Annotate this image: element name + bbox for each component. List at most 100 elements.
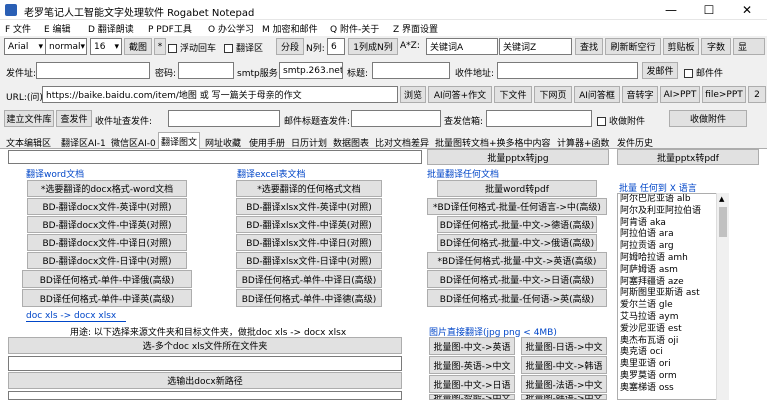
password-input[interactable] <box>178 62 234 79</box>
pptx-to-jpg-button[interactable]: 批量pptx转jpg <box>427 149 609 165</box>
star-button[interactable]: * <box>154 38 166 55</box>
save-attachment-checkbox[interactable]: 收做附件 <box>597 114 645 127</box>
browse-button[interactable]: 浏览 <box>400 86 426 103</box>
any-zh-en-button[interactable]: BD译任何格式-单件-中译英(高级) <box>22 289 192 307</box>
ai-answer-essay-button[interactable]: AI问答+作文 <box>428 86 492 103</box>
refresh-empty-lines-button[interactable]: 刷新断空行 <box>605 38 661 55</box>
segment-button[interactable]: 分段 <box>276 38 304 55</box>
img-ko-zh-button[interactable]: 批量图-韩语->中文 <box>521 394 607 400</box>
voice-to-text-button[interactable]: 音转字 <box>622 86 658 103</box>
clipboard-button[interactable]: 剪贴板 <box>663 38 699 55</box>
recipient-input[interactable] <box>497 62 638 79</box>
menu-office[interactable]: O 办公学习 <box>208 22 254 35</box>
select-any-doc-button[interactable]: *选要翻译的任何格式文档 <box>236 180 382 197</box>
more-button[interactable]: 2 <box>748 86 766 103</box>
close-button[interactable]: ✕ <box>728 0 766 20</box>
menu-encrypt-mail[interactable]: M 加密和邮件 <box>262 22 318 35</box>
menu-file[interactable]: F 文件 <box>5 22 31 35</box>
list-item[interactable]: 阿萨姆语 asm <box>618 265 716 277</box>
tab-wechat-ai0[interactable]: 微信区AI-0 <box>108 133 159 149</box>
tab-text-edit[interactable]: 文本编辑区 <box>3 133 54 149</box>
convert-n-columns-button[interactable]: 1列成N列 <box>348 38 398 55</box>
tab-charts[interactable]: 数据图表 <box>330 133 372 149</box>
list-item[interactable]: 奥罗莫语 orm <box>618 371 716 383</box>
ai-dialog-button[interactable]: AI问答框 <box>574 86 620 103</box>
scroll-up-icon[interactable]: ▲ <box>719 195 724 203</box>
img-zh-ko-button[interactable]: 批量图-中文->韩语 <box>521 356 607 374</box>
keyword-z-input[interactable]: 关键词Z <box>499 38 572 55</box>
url-input[interactable]: https://baike.baidu.com/item/地图 或 写一篇关于母… <box>42 86 398 103</box>
tab-calendar[interactable]: 日历计划 <box>288 133 330 149</box>
select-doc-folder-button[interactable]: 选-多个doc xls文件所在文件夹 <box>8 337 402 354</box>
list-item[interactable]: 阿肯语 aka <box>618 218 716 230</box>
list-item[interactable]: 阿拉贡语 arg <box>618 241 716 253</box>
size-select[interactable]: 16 ▾ <box>90 38 122 55</box>
wordcount-button[interactable]: 字数 <box>701 38 731 55</box>
xlsx-ja-zh-button[interactable]: BD-翻译xlsx文件-日译中(对照) <box>236 252 382 269</box>
menu-settings[interactable]: Z 界面设置 <box>393 22 438 35</box>
keyword-a-input[interactable]: 关键词A <box>426 38 498 55</box>
img-ja-zh-button[interactable]: 批量图-日语->中文 <box>521 337 607 355</box>
language-list-scrollbar[interactable]: ▲ <box>716 193 729 400</box>
translate-area-checkbox[interactable]: 翻译区 <box>224 41 263 54</box>
batch-any-to-zh-button[interactable]: *BD译任何格式-批量-任何语言->中(高级) <box>427 198 607 215</box>
scroll-thumb[interactable] <box>719 207 727 237</box>
search-sent-button[interactable]: 查发件 <box>56 110 92 127</box>
tab-send-history[interactable]: 发件历史 <box>614 133 656 149</box>
menu-about[interactable]: Q 附件-关于 <box>330 22 379 35</box>
file-ppt-button[interactable]: file>PPT <box>702 86 746 103</box>
subject-input[interactable] <box>372 62 450 79</box>
any-zh-de-button[interactable]: BD译任何格式-单件-中译德(高级) <box>236 289 382 307</box>
xlsx-zh-en-button[interactable]: BD-翻译xlsx文件-中译英(对照) <box>236 216 382 233</box>
batch-zh-ru-button[interactable]: BD译任何格式-批量-中文->俄语(高级) <box>437 234 597 251</box>
output-path-input[interactable] <box>8 391 402 400</box>
list-item[interactable]: 爱尔兰语 gle <box>618 300 716 312</box>
mail-checkbox[interactable]: 邮件件 <box>684 66 723 79</box>
img-zh-ja-button[interactable]: 批量图-中文->日语 <box>429 375 515 393</box>
list-item[interactable]: 奥克语 oci <box>618 347 716 359</box>
docx-ja-zh-button[interactable]: BD-翻译docx文件-日译中(对照) <box>27 252 187 269</box>
language-list[interactable]: 阿尔巴尼亚语 alb 阿尔及利亚阿拉伯语 阿肯语 aka 阿拉伯语 ara 阿拉… <box>617 193 717 400</box>
tab-diff[interactable]: 比对文档差异 <box>372 133 432 149</box>
sender-input[interactable] <box>36 62 150 79</box>
list-item[interactable]: 阿斯图里亚斯语 ast <box>618 288 716 300</box>
tab-translate-image[interactable]: 翻译图文 <box>158 132 201 150</box>
any-zh-ru-button[interactable]: BD译任何格式-单件-中译俄(高级) <box>22 270 192 288</box>
inbox-query-input[interactable] <box>486 110 592 127</box>
smtp-input[interactable]: smtp.263.net <box>279 62 343 79</box>
doc-folder-path-input[interactable] <box>8 356 402 371</box>
font-select[interactable]: Arial ▾ <box>4 38 46 55</box>
batch-any-to-en-button[interactable]: BD译任何格式-批量-任何语->英(高级) <box>427 289 607 307</box>
tab-bookmarks[interactable]: 网址收藏 <box>202 133 244 149</box>
batch-word-to-pdf-button[interactable]: 批量word转pdf <box>437 180 597 197</box>
list-item[interactable]: 阿尔及利亚阿拉伯语 <box>618 206 716 218</box>
img-en-zh-button[interactable]: 批量图-英语->中文 <box>429 356 515 374</box>
maximize-button[interactable]: ☐ <box>690 0 728 20</box>
n-columns-input[interactable]: 6 <box>327 38 345 55</box>
panel-input[interactable] <box>8 150 422 164</box>
list-item[interactable]: 爱沙尼亚语 est <box>618 324 716 336</box>
pptx-to-pdf-button[interactable]: 批量pptx转pdf <box>617 149 759 165</box>
download-page-button[interactable]: 下网页 <box>534 86 572 103</box>
list-item[interactable]: 奥杰布瓦语 oji <box>618 336 716 348</box>
style-select[interactable]: normal ▾ <box>45 38 87 55</box>
img-zh-en-button[interactable]: 批量图-中文->英语 <box>429 337 515 355</box>
img-smart-zh-button[interactable]: 批量图-智能->中文 <box>429 394 515 400</box>
menu-pdf[interactable]: P PDF工具 <box>148 22 192 35</box>
docx-zh-en-button[interactable]: BD-翻译docx文件-中译英(对照) <box>27 216 187 233</box>
img-fr-zh-button[interactable]: 批量图-法语->中文 <box>521 375 607 393</box>
menu-translate[interactable]: D 翻译朗读 <box>88 22 134 35</box>
docx-en-zh-button[interactable]: BD-翻译docx文件-英译中(对照) <box>27 198 187 215</box>
ai-ppt-button[interactable]: AI>PPT <box>660 86 700 103</box>
list-item[interactable]: 奥塞梯语 oss <box>618 383 716 395</box>
xlsx-zh-ja-button[interactable]: BD-翻译xlsx文件-中译日(对照) <box>236 234 382 251</box>
list-item[interactable]: 阿尔巴尼亚语 alb <box>618 194 716 206</box>
batch-zh-en-button[interactable]: *BD译任何格式-批量-中文->英语(高级) <box>427 252 607 269</box>
receive-attachment-button[interactable]: 收做附件 <box>669 110 747 127</box>
minimize-button[interactable]: — <box>652 0 690 20</box>
select-output-path-button[interactable]: 选输出docx新路径 <box>8 372 402 389</box>
list-item[interactable]: 阿姆哈拉语 amh <box>618 253 716 265</box>
find-button[interactable]: 查找 <box>575 38 603 55</box>
xlsx-en-zh-button[interactable]: BD-翻译xlsx文件-英译中(对照) <box>236 198 382 215</box>
mail-title-query-input[interactable] <box>351 110 441 127</box>
